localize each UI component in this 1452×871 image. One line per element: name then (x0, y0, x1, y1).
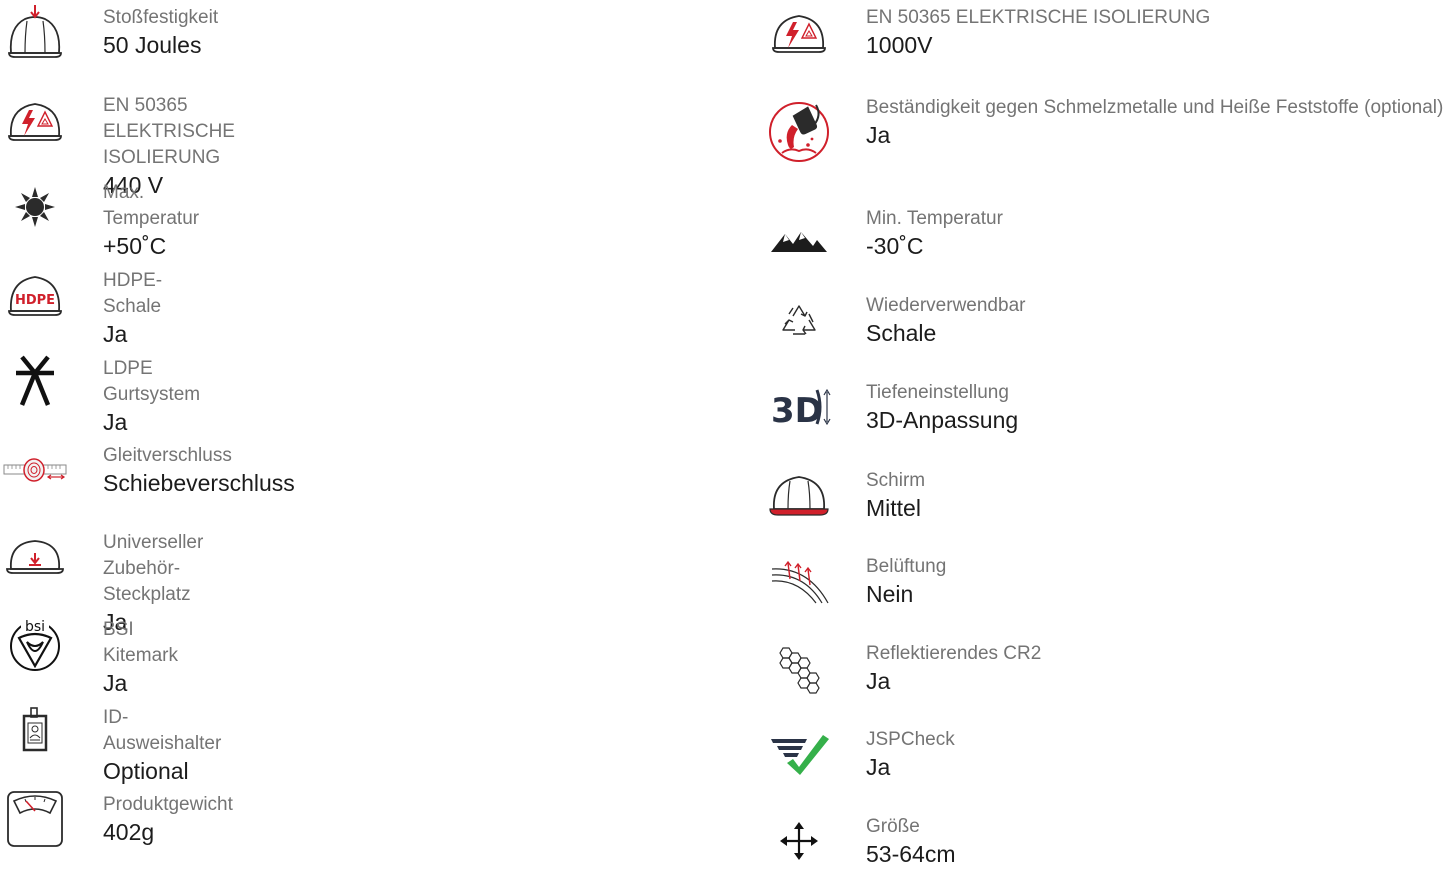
spec-label: LDPE Gurtsystem (103, 358, 201, 405)
spec-label: EN 50365 ELEKTRISCHE ISOLIERUNG (866, 7, 1211, 28)
spec-value: Ja (103, 409, 128, 435)
hdpe-icon-text: HDPE (15, 293, 55, 308)
accessory-slot-helmet-icon (0, 527, 71, 587)
spec-value: 53-64cm (866, 841, 956, 867)
bsi-kitemark-icon: bsi (0, 614, 71, 674)
spec-label: Gleitverschluss (103, 445, 232, 466)
spec-label: HDPE-Schale (103, 270, 163, 317)
reflective-hexagons-icon (763, 640, 835, 700)
id-badge-holder-icon (0, 700, 71, 760)
spec-label: Reflektierendes CR2 (866, 643, 1042, 664)
hdpe-helmet-icon: HDPE (0, 265, 71, 325)
ventilation-icon (763, 551, 835, 611)
electrical-insulation-helmet-icon (0, 90, 71, 150)
spec-value: Ja (866, 754, 891, 780)
spec-label: EN 50365 ELEKTRISCHE ISOLIERUNG (103, 95, 235, 168)
mountains-icon (763, 213, 835, 273)
spec-value: Ja (103, 670, 128, 696)
spec-value: Nein (866, 581, 914, 607)
spec-label: Schirm (866, 470, 926, 491)
recycle-icon (763, 290, 835, 350)
sun-icon (0, 177, 71, 237)
spec-label: Min. Temperatur (866, 208, 1003, 229)
spec-value: Optional (103, 758, 189, 784)
spec-value: +50˚C (103, 233, 167, 259)
spec-value: Ja (866, 668, 891, 694)
electrical-insulation-helmet-icon (763, 2, 835, 62)
molten-metal-icon (763, 102, 835, 162)
size-move-arrows-icon (763, 811, 835, 871)
spec-label: JSPCheck (866, 729, 955, 750)
spec-label: Tiefeneinstellung (866, 382, 1009, 403)
spec-label: ID-Ausweishalter (103, 707, 222, 754)
spec-label: Beständigkeit gegen Schmelzmetalle und H… (866, 97, 1444, 118)
spec-value: Ja (866, 122, 891, 148)
spec-label: Universeller Zubehör-Steckplatz (103, 532, 204, 605)
weight-scale-icon (0, 789, 71, 849)
spec-value: Mittel (866, 495, 921, 521)
spec-value: 1000V (866, 32, 933, 58)
spec-value: Schiebeverschluss (103, 470, 295, 496)
depth-3d-icon: 3D (763, 377, 835, 437)
spec-label: Wiederverwendbar (866, 295, 1026, 316)
spec-label: Max. Temperatur (103, 182, 200, 229)
spec-value: 50 Joules (103, 32, 202, 58)
depth-3d-icon-text: 3D (771, 391, 823, 431)
slide-lock-icon (0, 440, 71, 500)
spec-value: Ja (103, 321, 128, 347)
harness-asterisk-icon (0, 351, 71, 411)
impact-helmet-icon (0, 5, 71, 65)
spec-value: Schale (866, 320, 937, 346)
spec-label: BSI Kitemark (103, 619, 178, 666)
spec-label: Produktgewicht (103, 794, 233, 815)
spec-value: 3D-Anpassung (866, 407, 1019, 433)
brim-helmet-icon (763, 465, 835, 525)
spec-value: -30˚C (866, 233, 924, 259)
jspcheck-icon (763, 724, 835, 784)
spec-label: Stoßfestigkeit (103, 7, 219, 28)
bsi-icon-text: bsi (25, 619, 45, 635)
spec-value: 402g (103, 819, 155, 845)
spec-label: Belüftung (866, 556, 947, 577)
spec-label: Größe (866, 816, 920, 837)
